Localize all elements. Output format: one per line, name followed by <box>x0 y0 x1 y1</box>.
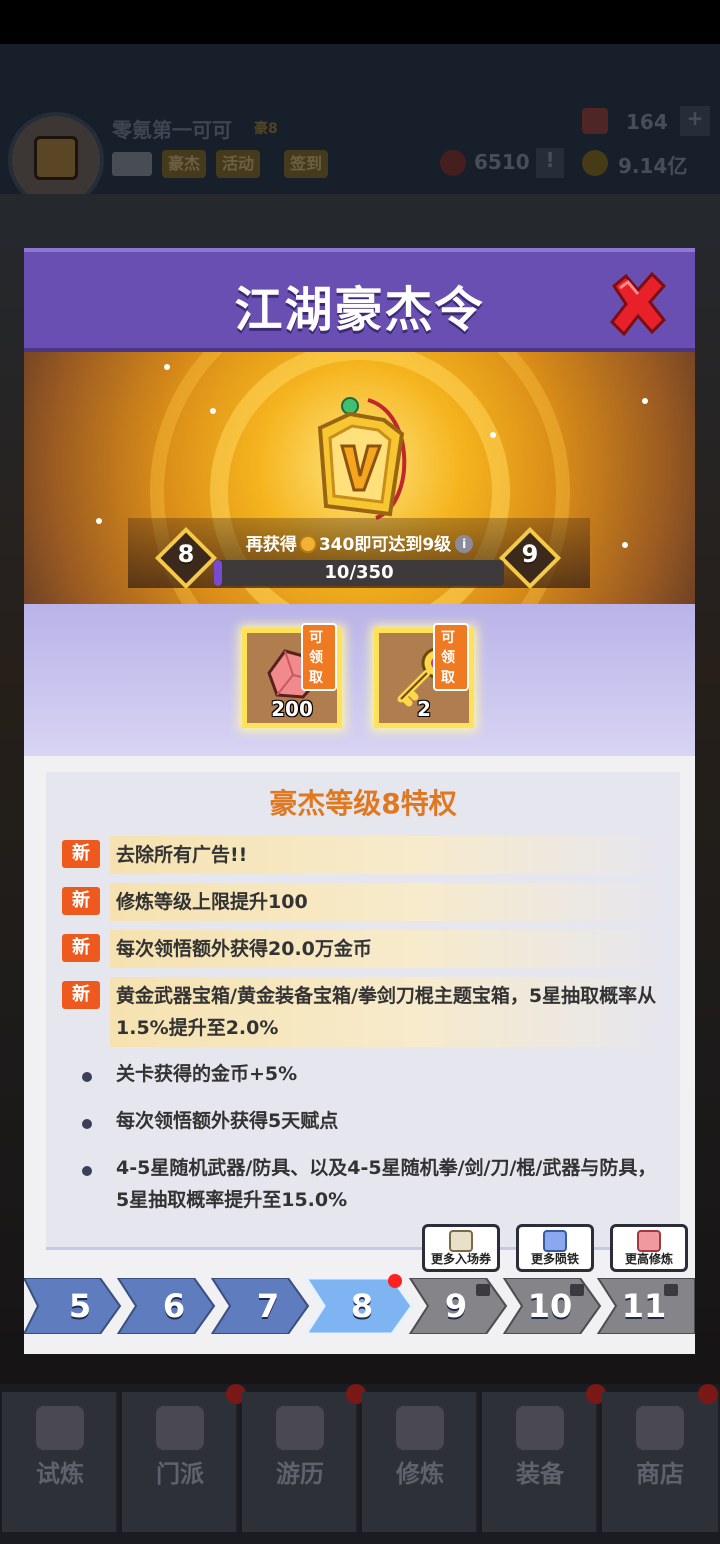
nav-shop[interactable]: 商店 <box>602 1384 720 1532</box>
tab-label: 7 <box>256 1287 280 1325</box>
sparkle <box>490 432 496 438</box>
perk-text: 关卡获得的金币+5% <box>116 1063 298 1085</box>
temple-icon <box>156 1406 204 1450</box>
nav-label: 商店 <box>636 1460 684 1488</box>
nav-label: 装备 <box>516 1460 564 1488</box>
nav-equipment[interactable]: 装备 <box>482 1384 606 1532</box>
nav-sect[interactable]: 门派 <box>122 1384 246 1532</box>
sparkle <box>642 398 648 404</box>
new-badge: 新 <box>62 840 100 868</box>
info-icon[interactable]: i <box>455 535 474 553</box>
notification-dot <box>698 1384 718 1404</box>
tooltip-label: 更多陨铁 <box>530 1252 579 1266</box>
tab-label: 6 <box>162 1287 186 1325</box>
ninja-icon <box>36 1406 84 1450</box>
landscape-icon <box>276 1406 324 1450</box>
tooltip-label: 更多入场券 <box>430 1252 491 1266</box>
reward-strip: 200 可领取 2 可领取 <box>24 604 695 756</box>
progress-amount: 340即可达到9级 <box>318 535 452 555</box>
level-tab[interactable]: 11 <box>596 1278 700 1334</box>
reward-count: 200 <box>271 697 313 721</box>
new-perk: 新 去除所有广告!! <box>62 836 670 874</box>
level-tabs: 5 6 7 8 9 10 11 <box>24 1274 695 1334</box>
new-badge: 新 <box>62 934 100 962</box>
perk-text: 4-5星随机武器/防具、以及4-5星随机拳/剑/刀/棍/武器与防具，5星抽取概率… <box>116 1157 657 1211</box>
tab-label: 5 <box>68 1287 92 1325</box>
v-token-icon <box>317 397 407 520</box>
meteor-iron-icon <box>543 1230 567 1252</box>
sparkle <box>96 518 102 524</box>
notification-dot <box>388 1274 402 1288</box>
new-badge: 新 <box>62 981 100 1009</box>
tab-label: 10 <box>527 1287 573 1325</box>
claimable-tag: 可领取 <box>301 623 337 691</box>
perk: 关卡获得的金币+5% <box>62 1058 666 1092</box>
modal-header: 江湖豪杰令 <box>24 248 695 352</box>
privilege-panel: 豪杰等级8特权 新 去除所有广告!! 新 修炼等级上限提升100 新 每次领悟额… <box>46 772 680 1250</box>
bullet <box>82 1119 92 1129</box>
new-perk: 新 每次领悟额外获得20.0万金币 <box>62 930 670 968</box>
bullet <box>82 1072 92 1082</box>
level-tab[interactable]: 5 <box>32 1278 136 1334</box>
perk-text: 每次领悟额外获得5天赋点 <box>116 1110 339 1132</box>
level-tab-active[interactable]: 8 <box>314 1278 418 1334</box>
hero-pass-modal: 江湖豪杰令 8 9 再获得 340即可达到9级 i 10/350 200 可领取… <box>24 248 695 1354</box>
perk-text: 修炼等级上限提升100 <box>110 883 670 921</box>
close-icon[interactable] <box>608 272 668 336</box>
progress-prefix: 再获得 <box>245 535 297 555</box>
tooltip-label: 更高修炼 <box>624 1252 673 1266</box>
claimable-tag: 可领取 <box>433 623 469 691</box>
new-perk: 新 修炼等级上限提升100 <box>62 883 670 921</box>
progress-hint: 再获得 340即可达到9级 i <box>24 530 695 555</box>
new-perk: 新 黄金武器宝箱/黄金装备宝箱/拳剑刀棍主题宝箱，5星抽取概率从1.5%提升至2… <box>62 977 670 1047</box>
perk: 4-5星随机武器/防具、以及4-5星随机拳/剑/刀/棍/武器与防具，5星抽取概率… <box>62 1152 666 1218</box>
training-icon <box>637 1230 661 1252</box>
perk: 每次领悟额外获得5天赋点 <box>62 1105 666 1139</box>
reward-tooltip: 更高修炼 <box>610 1224 688 1272</box>
reward-key[interactable]: 2 可领取 <box>374 623 474 728</box>
ticket-icon <box>449 1230 473 1252</box>
new-badge: 新 <box>62 887 100 915</box>
level-tab[interactable]: 9 <box>408 1278 512 1334</box>
reward-tooltip: 更多陨铁 <box>516 1224 594 1272</box>
reward-tooltip: 更多入场券 <box>422 1224 500 1272</box>
reward-count: 2 <box>417 697 431 721</box>
nav-label: 修炼 <box>396 1460 444 1488</box>
modal-title: 江湖豪杰令 <box>234 282 485 338</box>
level-banner: 8 9 再获得 340即可达到9级 i 10/350 <box>24 352 695 604</box>
level-tab[interactable]: 7 <box>220 1278 324 1334</box>
nav-label: 门派 <box>156 1460 204 1488</box>
nav-travel[interactable]: 游历 <box>242 1384 366 1532</box>
perk-text: 去除所有广告!! <box>110 836 670 874</box>
sword-icon <box>516 1406 564 1450</box>
privilege-title: 豪杰等级8特权 <box>269 787 457 820</box>
tab-label: 11 <box>621 1287 667 1325</box>
sparkle <box>210 408 216 414</box>
sparkle <box>164 364 170 370</box>
nav-cultivate[interactable]: 修炼 <box>362 1392 478 1532</box>
level-tab[interactable]: 6 <box>126 1278 230 1334</box>
tab-label: 9 <box>444 1287 468 1325</box>
bullet <box>82 1166 92 1176</box>
perk-text: 黄金武器宝箱/黄金装备宝箱/拳剑刀棍主题宝箱，5星抽取概率从1.5%提升至2.0… <box>110 977 670 1047</box>
progress-value: 10/350 <box>324 562 394 583</box>
nav-label: 游历 <box>276 1460 324 1488</box>
progress-bar: 10/350 <box>214 560 504 586</box>
reward-crystal[interactable]: 200 可领取 <box>242 623 342 728</box>
nav-trial[interactable]: 试炼 <box>2 1392 118 1532</box>
level-tab[interactable]: 10 <box>502 1278 606 1334</box>
nav-label: 试炼 <box>36 1460 84 1488</box>
hero-coin-icon <box>298 535 317 553</box>
shop-icon <box>636 1406 684 1450</box>
perk-text: 每次领悟额外获得20.0万金币 <box>110 930 670 968</box>
scroll-icon <box>396 1406 444 1450</box>
